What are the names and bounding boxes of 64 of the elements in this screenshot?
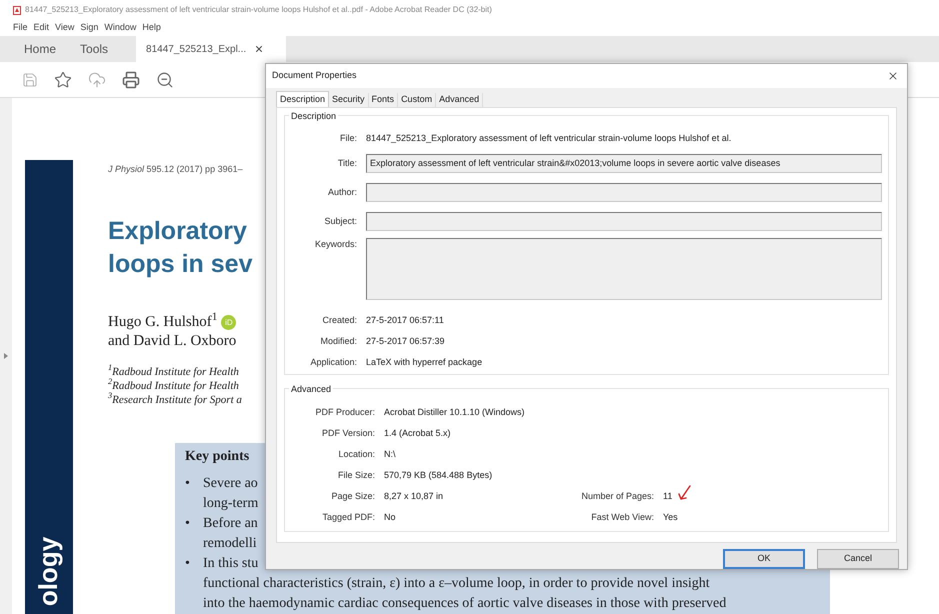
affiliation: $^{2}$Radboud Institute for Health	[108, 378, 239, 392]
property-label: Tagged PDF:	[321, 510, 375, 524]
menu-item[interactable]: Edit	[34, 21, 50, 35]
running-head: J Physiol 595.12 (2017) pp 3961–	[108, 163, 243, 176]
dialog-button[interactable]: Cancel	[817, 549, 899, 569]
text-field[interactable]: Exploratory assessment of left ventricular strain&#x02013;volume loops in severe aortic valve diseases	[366, 154, 882, 173]
bullet: •	[185, 514, 191, 532]
dialog-button[interactable]: OK	[723, 549, 805, 569]
group-legend: Description	[289, 110, 338, 124]
article-title: loops in sev	[108, 248, 252, 280]
property-value: 570,79 KB (584.488 Bytes)	[384, 468, 494, 482]
property-label: Application:	[309, 356, 357, 369]
key-point-text: functional characteristics (strain, ε) into a ε–volume loop, in order to provide novel insight	[203, 574, 710, 592]
property-value: N:\	[384, 448, 397, 461]
article-title: Exploratory	[108, 216, 247, 246]
property-label: Title:	[336, 156, 357, 170]
menu-item[interactable]: Help	[142, 21, 161, 35]
property-label: File:	[338, 132, 357, 145]
key-point-text: into the haemodynamic cardiac consequences of aortic valve diseases in those with preserved	[203, 594, 726, 612]
key-point-text: In this stu	[203, 554, 258, 572]
property-value: No	[384, 510, 397, 524]
property-value: Acrobat Distiller 10.1.10 (Windows)	[384, 406, 526, 419]
document-tab[interactable]: 81447_525213_Expl...	[136, 36, 286, 62]
window-title: 81447_525213_Exploratory assessment of left ventricular strain-volume loops Hulshof et al..pdf - Adobe Acrobat Reader DC (32-bit)	[25, 4, 492, 16]
journal-name: ology	[32, 536, 64, 606]
property-label: Modified:	[319, 334, 357, 348]
property-value: LaTeX with hyperref package	[366, 356, 482, 369]
property-value: 11	[663, 490, 672, 503]
key-point-text: Before an	[203, 514, 258, 532]
author-name: Hugo G. Hulshof$^{1}$	[108, 312, 218, 332]
property-value: 1.4 (Acrobat 5.x)	[384, 426, 452, 440]
bullet: •	[185, 554, 191, 572]
property-label: PDF Producer:	[314, 406, 375, 419]
property-label: PDF Version:	[320, 426, 375, 440]
key-point-text: remodelli	[203, 534, 257, 552]
dialog-tab[interactable]: Advanced	[436, 93, 484, 107]
bullet: •	[185, 474, 191, 492]
author-name: and David L. Oxboro	[108, 332, 236, 350]
key-points-heading: Key points	[185, 448, 250, 466]
property-label: Location:	[337, 448, 375, 461]
menu-item[interactable]: File	[13, 21, 28, 35]
property-value: 8,27 x 10,87 in	[384, 490, 444, 503]
property-value: 27-5-2017 06:57:39	[366, 334, 445, 348]
property-label: Author:	[326, 186, 357, 199]
affiliation: $^{1}$Radboud Institute for Health	[108, 364, 239, 378]
affiliation: $^{3}$Research Institute for Sport a	[108, 392, 242, 406]
dialog-title: Document Properties	[272, 69, 357, 82]
menu-item[interactable]: Window	[104, 21, 136, 35]
property-label: Number of Pages:	[580, 490, 654, 503]
property-label: Page Size:	[330, 490, 375, 503]
menu-item[interactable]: Sign	[80, 21, 98, 35]
dialog-tab[interactable]: Security	[329, 93, 369, 107]
property-label: Created:	[321, 314, 357, 327]
property-label: Fast Web View:	[590, 510, 654, 524]
key-point-text: long-term	[203, 494, 258, 512]
property-label: Keywords:	[314, 238, 357, 251]
property-value: 81447_525213_Exploratory assessment of left ventricular strain-volume loops Hulshof et al.	[366, 132, 732, 145]
key-point-text: Severe ao	[203, 474, 258, 492]
menu-item[interactable]: View	[55, 21, 74, 35]
dialog-tab[interactable]: Description	[276, 91, 330, 107]
property-value: Yes	[663, 510, 678, 524]
property-label: Subject:	[323, 214, 357, 228]
property-value: 27-5-2017 06:57:11	[366, 314, 444, 327]
property-label: File Size:	[336, 468, 375, 482]
